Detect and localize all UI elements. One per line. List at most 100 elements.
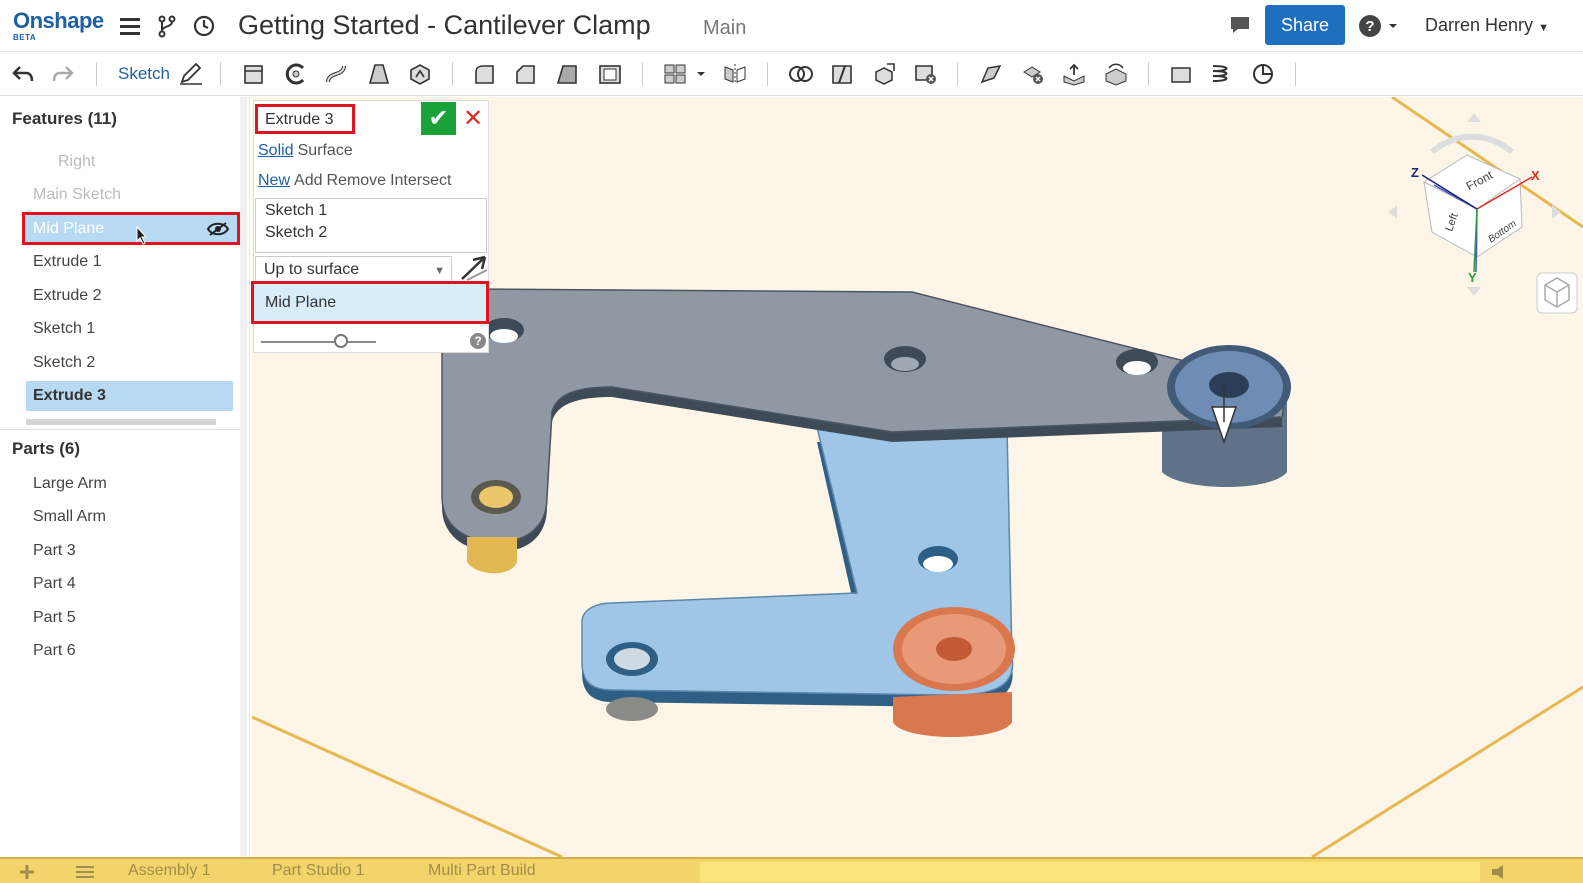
split-icon[interactable] (829, 62, 855, 86)
view-cube-down-arrow[interactable] (1467, 287, 1481, 296)
dropdown-option-label: Mid Plane (265, 294, 337, 311)
view-orientation-icon[interactable] (1536, 272, 1578, 314)
feature-item-mid-plane[interactable]: Mid Plane (22, 212, 240, 245)
boolean-icon[interactable] (788, 62, 814, 86)
sweep-icon[interactable] (324, 62, 350, 86)
part-item-small-arm[interactable]: Small Arm (33, 508, 106, 526)
tab-part-studio-1[interactable]: Part Studio 1 (272, 862, 365, 880)
part-item-part-3[interactable]: Part 3 (33, 542, 76, 560)
part-item-part-5[interactable]: Part 5 (33, 609, 76, 627)
cancel-close-button[interactable]: ✕ (460, 102, 486, 135)
dropdown-option-mid-plane[interactable]: Mid Plane (251, 281, 489, 324)
feature-list-horizontal-scrollbar[interactable] (26, 419, 216, 425)
part-item-large-arm[interactable]: Large Arm (33, 475, 107, 493)
version-branch-icon[interactable] (155, 14, 179, 38)
selection-item[interactable]: Sketch 1 (265, 202, 327, 220)
toolbar-divider (452, 62, 453, 86)
feature-name-field[interactable]: Extrude 3 (255, 104, 355, 134)
branch-name[interactable]: Main (703, 17, 746, 40)
option-intersect[interactable]: Intersect (390, 172, 451, 189)
help-chevron-down-icon[interactable] (1387, 14, 1399, 38)
pattern-chevron-down-icon[interactable] (694, 62, 708, 86)
end-type-dropdown[interactable]: Up to surface ▼ (255, 256, 452, 284)
feature-item-right[interactable]: Right (58, 153, 95, 171)
view-cube-left-arrow[interactable] (1388, 205, 1397, 219)
thicken-icon[interactable] (407, 62, 433, 86)
history-clock-icon[interactable] (192, 14, 216, 38)
share-button[interactable]: Share (1265, 5, 1345, 45)
draft-icon[interactable] (555, 62, 581, 86)
hamburger-menu-icon[interactable] (118, 14, 142, 38)
fillet-icon[interactable] (472, 62, 498, 86)
entities-selection-box[interactable]: Sketch 1 Sketch 2 (255, 198, 487, 253)
hide-eye-icon[interactable] (207, 221, 229, 237)
view-cube-right-arrow[interactable] (1552, 205, 1561, 219)
redo-icon[interactable] (50, 62, 76, 86)
feature-item-sketch-2[interactable]: Sketch 2 (33, 354, 95, 372)
part-item-part-6[interactable]: Part 6 (33, 642, 76, 660)
feature-item-sketch-1[interactable]: Sketch 1 (33, 320, 95, 338)
add-tab-icon[interactable] (16, 863, 38, 881)
delete-face-icon[interactable] (1020, 62, 1046, 86)
toolbar-divider (1148, 62, 1149, 86)
feature-panel-scrollbar[interactable] (240, 97, 247, 857)
extend-surface-icon[interactable] (978, 62, 1004, 86)
delete-part-icon[interactable] (912, 62, 938, 86)
logo-text: Onshape (13, 8, 104, 33)
help-icon[interactable]: ? (1358, 14, 1382, 38)
view-cube-up-arrow[interactable] (1467, 113, 1481, 122)
option-surface[interactable]: Surface (298, 142, 353, 159)
feature-item-extrude-3[interactable]: Extrude 3 (26, 381, 233, 411)
sketch-pencil-icon[interactable] (178, 62, 204, 86)
feature-item-extrude-2[interactable]: Extrude 2 (33, 287, 101, 305)
feature-item-main-sketch[interactable]: Main Sketch (33, 186, 121, 204)
pattern-icon[interactable] (662, 62, 688, 86)
dialog-help-icon[interactable]: ? (470, 333, 486, 349)
dropdown-chevron-down-icon: ▼ (434, 265, 445, 277)
undo-icon[interactable] (10, 62, 36, 86)
loft-icon[interactable] (366, 62, 392, 86)
tab-multi-part-build[interactable]: Multi Part Build (428, 862, 536, 880)
helix-icon[interactable] (1209, 62, 1235, 86)
small-arm-part[interactable] (581, 426, 1015, 737)
sketch-button[interactable]: Sketch (118, 64, 170, 84)
view-cube[interactable]: Front Left Bottom X Y Z (1388, 113, 1561, 296)
option-new[interactable]: New (258, 172, 290, 189)
feature-item-extrude-1[interactable]: Extrude 1 (33, 253, 101, 271)
extrude-icon[interactable] (241, 62, 267, 86)
dialog-slider-track[interactable] (261, 341, 376, 343)
plane-edge (252, 715, 563, 857)
mirror-icon[interactable] (722, 62, 748, 86)
move-face-icon[interactable] (1061, 62, 1087, 86)
logo-beta: BETA (13, 33, 37, 42)
axis-z-label: Z (1411, 165, 1419, 180)
user-name: Darren Henry (1425, 15, 1534, 35)
speaker-icon[interactable] (1488, 863, 1518, 881)
option-remove[interactable]: Remove (326, 172, 386, 189)
tab-assembly-1[interactable]: Assembly 1 (128, 862, 211, 880)
document-title[interactable]: Getting Started - Cantilever Clamp (238, 10, 651, 41)
selection-item[interactable]: Sketch 2 (265, 224, 327, 242)
toolbar-divider (957, 62, 958, 86)
comment-icon[interactable] (1228, 13, 1252, 37)
shell-icon[interactable] (597, 62, 623, 86)
option-solid[interactable]: Solid (258, 142, 294, 159)
body-type-options: Solid Surface (258, 142, 357, 160)
transform-icon[interactable] (871, 62, 897, 86)
option-add[interactable]: Add (294, 172, 322, 189)
tab-bar-highlight (700, 862, 1480, 882)
plane-icon[interactable] (1168, 62, 1194, 86)
user-menu[interactable]: Darren Henry ▼ (1425, 15, 1549, 36)
dialog-slider-handle[interactable] (334, 334, 348, 348)
feature-item-label: Mid Plane (33, 220, 105, 237)
chamfer-icon[interactable] (513, 62, 539, 86)
tab-list-icon[interactable] (74, 863, 96, 881)
mate-connector-icon[interactable] (1250, 62, 1276, 86)
flip-direction-icon[interactable] (459, 254, 489, 282)
replace-face-icon[interactable] (1103, 62, 1129, 86)
feature-list-panel: Features (11) Right Main Sketch Mid Plan… (0, 97, 250, 857)
accept-checkmark-button[interactable]: ✔ (421, 102, 456, 135)
revolve-icon[interactable] (283, 62, 309, 86)
onshape-logo[interactable]: Onshape BETA (13, 10, 104, 42)
part-item-part-4[interactable]: Part 4 (33, 575, 76, 593)
